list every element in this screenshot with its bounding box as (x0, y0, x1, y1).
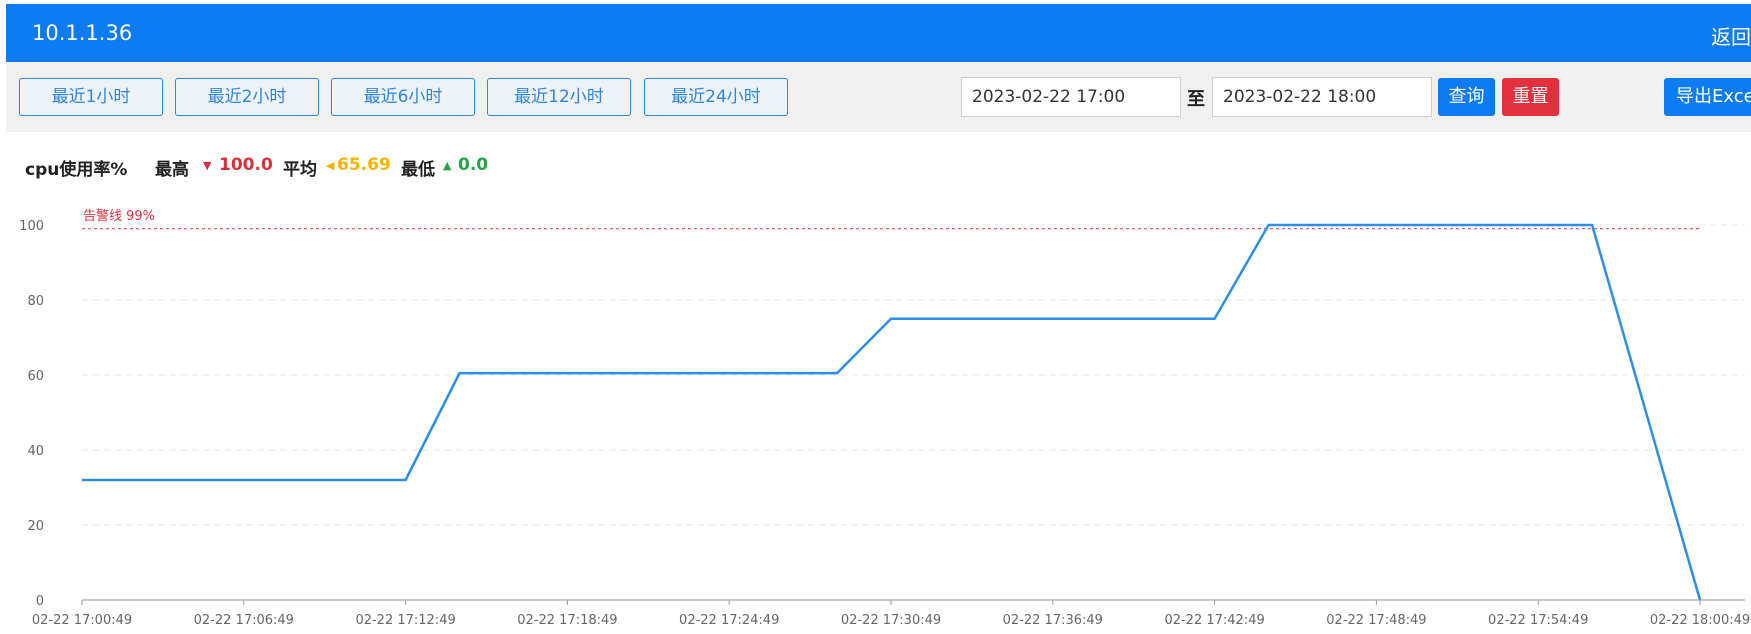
x-tick-label: 02-22 17:24:49 (679, 613, 779, 628)
y-tick-label: 20 (27, 519, 44, 534)
down-triangle-icon: ▼ (203, 159, 212, 172)
query-button[interactable]: 查询 (1438, 78, 1495, 116)
left-triangle-icon: ◀ (326, 159, 335, 172)
x-tick-label: 02-22 17:30:49 (841, 613, 941, 628)
x-tick-label: 02-22 17:18:49 (517, 613, 617, 628)
x-tick-label: 02-22 17:06:49 (194, 613, 294, 628)
cpu-series-line (82, 223, 1702, 601)
end-time-input[interactable]: 2023-02-22 18:00 (1212, 77, 1432, 117)
x-tick-label: 02-22 17:36:49 (1003, 613, 1103, 628)
y-tick-label: 100 (19, 219, 44, 234)
x-tick-label: 02-22 17:48:49 (1326, 613, 1426, 628)
reset-button[interactable]: 重置 (1502, 78, 1559, 116)
start-time-input[interactable]: 2023-02-22 17:00 (961, 77, 1181, 117)
x-tick-label: 02-22 17:12:49 (355, 613, 455, 628)
range-1h-button[interactable]: 最近1小时 (19, 78, 163, 116)
host-title: 10.1.1.36 (32, 21, 133, 45)
y-tick-label: 60 (27, 369, 44, 384)
x-tick-label: 02-22 17:42:49 (1164, 613, 1264, 628)
avg-value: 65.69 (337, 155, 391, 175)
alarm-threshold-label: 告警线 99% (83, 208, 155, 224)
min-label: 最低 (401, 160, 435, 180)
max-value: 100.0 (219, 155, 273, 175)
range-24h-button[interactable]: 最近24小时 (644, 78, 788, 116)
range-separator: 至 (1187, 89, 1205, 110)
cpu-line-chart: 0 20 40 60 80 100 02-22 17:00:49 02-22 17:06:49… (19, 208, 1750, 628)
x-tick-label: 02-22 17:54:49 (1488, 613, 1588, 628)
x-tick-label: 02-22 18:00:49 (1650, 613, 1750, 628)
y-tick-label: 80 (27, 294, 44, 309)
export-excel-button[interactable]: 导出Excel (1664, 78, 1751, 116)
range-12h-button[interactable]: 最近12小时 (487, 78, 631, 116)
x-tick-label: 02-22 17:00:49 (32, 613, 132, 628)
header-bar: 10.1.1.36 返回 (6, 4, 1751, 62)
y-tick-label: 40 (27, 444, 44, 459)
metric-label: cpu使用率% (25, 160, 128, 180)
y-tick-label: 0 (36, 594, 44, 609)
min-value: 0.0 (458, 155, 489, 175)
avg-label: 平均 (283, 160, 317, 180)
range-6h-button[interactable]: 最近6小时 (331, 78, 475, 116)
range-2h-button[interactable]: 最近2小时 (175, 78, 319, 116)
back-link[interactable]: 返回 (1711, 21, 1751, 50)
toolbar: 最近1小时 最近2小时 最近6小时 最近12小时 最近24小时 2023-02-… (6, 62, 1751, 132)
max-label: 最高 (155, 160, 189, 180)
up-triangle-icon: ▲ (443, 159, 452, 172)
